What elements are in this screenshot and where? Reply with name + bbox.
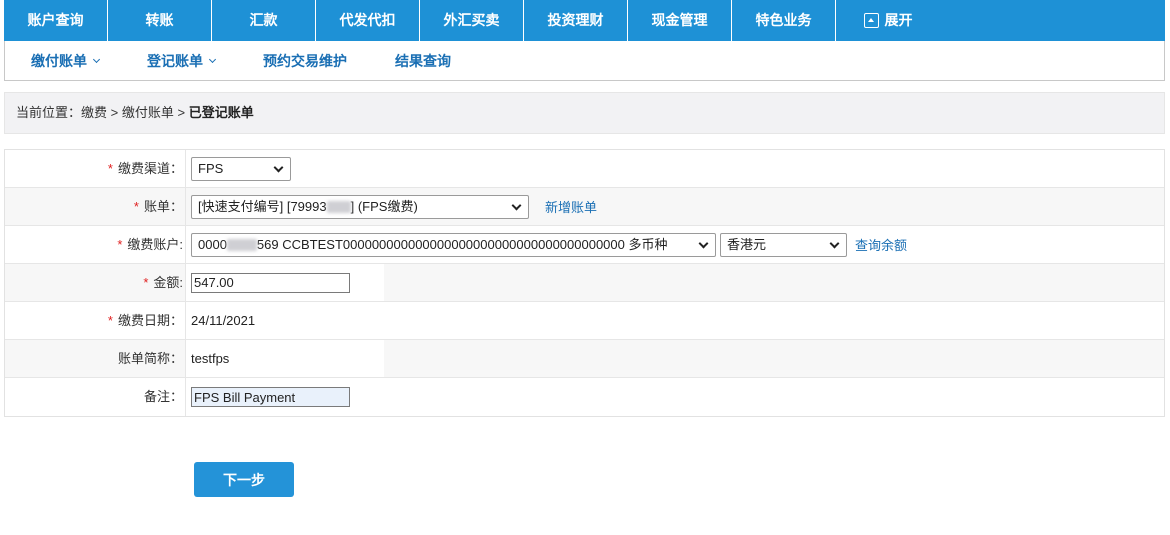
breadcrumb-prefix: 当前位置： — [16, 105, 82, 120]
amount-label-text: 金额: — [153, 275, 183, 290]
amount-input[interactable] — [191, 272, 350, 293]
bill-label: * 账单： — [5, 188, 186, 225]
account-select[interactable]: 0000 569 CCBTEST0000000000000000000000000… — [191, 232, 716, 257]
amount-value-cell — [186, 264, 1164, 301]
next-step-button[interactable]: 下一步 — [194, 462, 294, 497]
amount-label: * 金额: — [5, 264, 186, 301]
breadcrumb: 当前位置：缴费 > 缴付账单 > 已登记账单 — [4, 92, 1165, 134]
form-row-date: * 缴费日期： 24/11/2021 — [5, 302, 1164, 340]
bill-select-value-suffix: ] (FPS缴费) — [350, 198, 418, 214]
form-row-remark: 备注： — [5, 378, 1164, 416]
channel-label-text: 缴费渠道： — [117, 161, 183, 176]
query-balance-link[interactable]: 查询余额 — [855, 235, 907, 254]
breadcrumb-current: 已登记账单 — [188, 105, 254, 120]
date-label: * 缴费日期： — [5, 302, 186, 339]
nav-expand-label: 展开 — [884, 12, 913, 28]
masked-digits — [326, 201, 351, 214]
required-mark: * — [133, 199, 139, 214]
bill-select[interactable]: [快速支付编号] [79993 ] (FPS缴费) — [191, 194, 529, 219]
currency-select-value: 香港元 — [727, 236, 767, 252]
subnav-result-inquiry[interactable]: 结果查询 — [395, 51, 451, 71]
subnav-scheduled-maintenance-label: 预约交易维护 — [263, 52, 347, 69]
bill-label-text: 账单： — [143, 199, 183, 214]
account-label-text: 缴费账户: — [127, 237, 183, 252]
payment-form: * 缴费渠道： FPS * 账单： [快速支付编号] [79993 ] (FPS缴费)… — [4, 149, 1165, 417]
remark-input[interactable] — [191, 387, 350, 407]
date-label-text: 缴费日期： — [117, 313, 183, 328]
required-mark: * — [107, 161, 113, 176]
form-row-account: * 缴费账户: 0000 569 CCBTEST000000000000000000… — [5, 226, 1164, 264]
nickname-value-cell: testfps — [186, 340, 1164, 377]
chevron-down-icon — [511, 200, 522, 210]
chevron-down-icon — [273, 162, 284, 172]
breadcrumb-separator: > — [173, 105, 189, 120]
required-mark: * — [107, 313, 113, 328]
nav-account-inquiry[interactable]: 账户查询 — [4, 0, 108, 41]
account-select-value-prefix: 0000 — [198, 236, 227, 252]
chevron-down-icon — [92, 55, 101, 63]
add-bill-link[interactable]: 新增账单 — [545, 197, 597, 216]
remark-label: 备注： — [5, 378, 186, 416]
date-value-cell: 24/11/2021 — [186, 302, 1164, 339]
account-select-value-suffix: 569 CCBTEST00000000000000000000000000000… — [256, 236, 668, 252]
form-row-channel: * 缴费渠道： FPS — [5, 150, 1164, 188]
bill-select-value-prefix: [快速支付编号] [79993 — [198, 198, 327, 214]
subnav-pay-bill[interactable]: 缴付账单 — [31, 51, 101, 71]
remark-label-text: 备注： — [143, 389, 183, 404]
subnav-register-bill[interactable]: 登记账单 — [147, 51, 217, 71]
form-row-nickname: 账单简称： testfps — [5, 340, 1164, 378]
chevron-down-icon — [698, 238, 709, 248]
channel-label: * 缴费渠道： — [5, 150, 186, 187]
nav-transfer[interactable]: 转账 — [108, 0, 212, 41]
channel-value-cell: FPS — [186, 150, 1164, 187]
nav-investment[interactable]: 投资理财 — [524, 0, 628, 41]
nav-cash-management[interactable]: 现金管理 — [628, 0, 732, 41]
nickname-label: 账单简称： — [5, 340, 186, 377]
required-mark: * — [117, 237, 123, 252]
nav-remittance[interactable]: 汇款 — [212, 0, 316, 41]
chevron-down-icon — [829, 238, 840, 248]
top-nav: 账户查询 转账 汇款 代发代扣 外汇买卖 投资理财 现金管理 特色业务 展开 — [4, 0, 1165, 41]
breadcrumb-item-payment: 缴费 — [81, 105, 108, 120]
payment-date-value: 24/11/2021 — [191, 313, 256, 328]
account-label: * 缴费账户: — [5, 226, 186, 263]
breadcrumb-item-pay-bill: 缴付账单 — [121, 105, 174, 120]
chevron-down-icon — [208, 55, 217, 63]
subnav-register-bill-label: 登记账单 — [147, 52, 203, 69]
subnav-result-inquiry-label: 结果查询 — [395, 52, 451, 69]
subnav-scheduled-maintenance[interactable]: 预约交易维护 — [263, 51, 347, 71]
bill-nickname-value: testfps — [191, 351, 230, 366]
bill-value-cell: [快速支付编号] [79993 ] (FPS缴费) 新增账单 — [186, 188, 1164, 225]
channel-select-value: FPS — [198, 160, 224, 176]
required-mark: * — [143, 275, 149, 290]
expand-icon — [863, 13, 879, 28]
masked-digits — [226, 239, 257, 252]
nav-fx-trading[interactable]: 外汇买卖 — [420, 0, 524, 41]
nav-expand-button[interactable]: 展开 — [836, 0, 940, 41]
nav-special-services[interactable]: 特色业务 — [732, 0, 836, 41]
channel-select[interactable]: FPS — [191, 156, 291, 181]
nav-payroll[interactable]: 代发代扣 — [316, 0, 420, 41]
account-value-cell: 0000 569 CCBTEST0000000000000000000000000… — [186, 226, 1164, 263]
breadcrumb-separator: > — [107, 105, 122, 120]
form-row-bill: * 账单： [快速支付编号] [79993 ] (FPS缴费) 新增账单 — [5, 188, 1164, 226]
remark-value-cell — [186, 378, 1164, 416]
subnav-pay-bill-label: 缴付账单 — [31, 52, 87, 69]
nickname-label-text: 账单简称： — [117, 351, 183, 366]
form-row-amount: * 金额: — [5, 264, 1164, 302]
currency-select[interactable]: 香港元 — [720, 232, 847, 257]
sub-nav: 缴付账单 登记账单 预约交易维护 结果查询 — [4, 41, 1165, 81]
